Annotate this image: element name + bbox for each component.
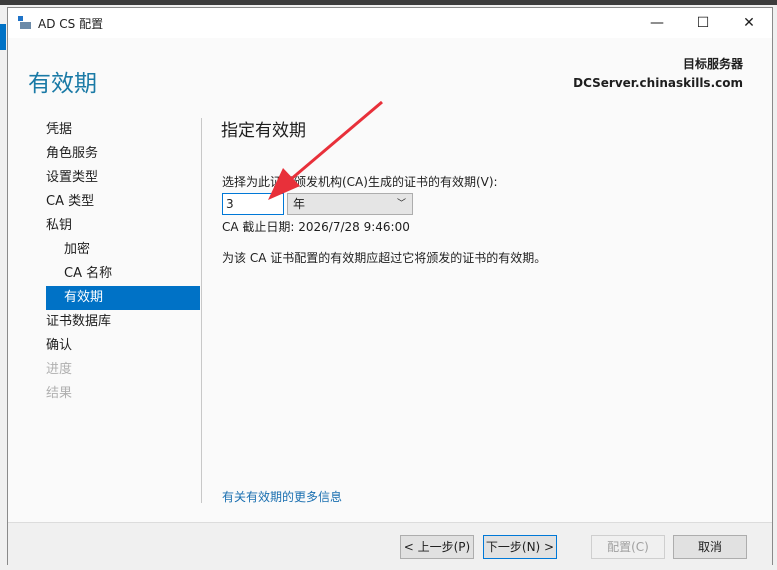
- arrow-head: [268, 168, 300, 200]
- arrow-shaft: [289, 100, 383, 182]
- annotation-arrow: [268, 100, 383, 200]
